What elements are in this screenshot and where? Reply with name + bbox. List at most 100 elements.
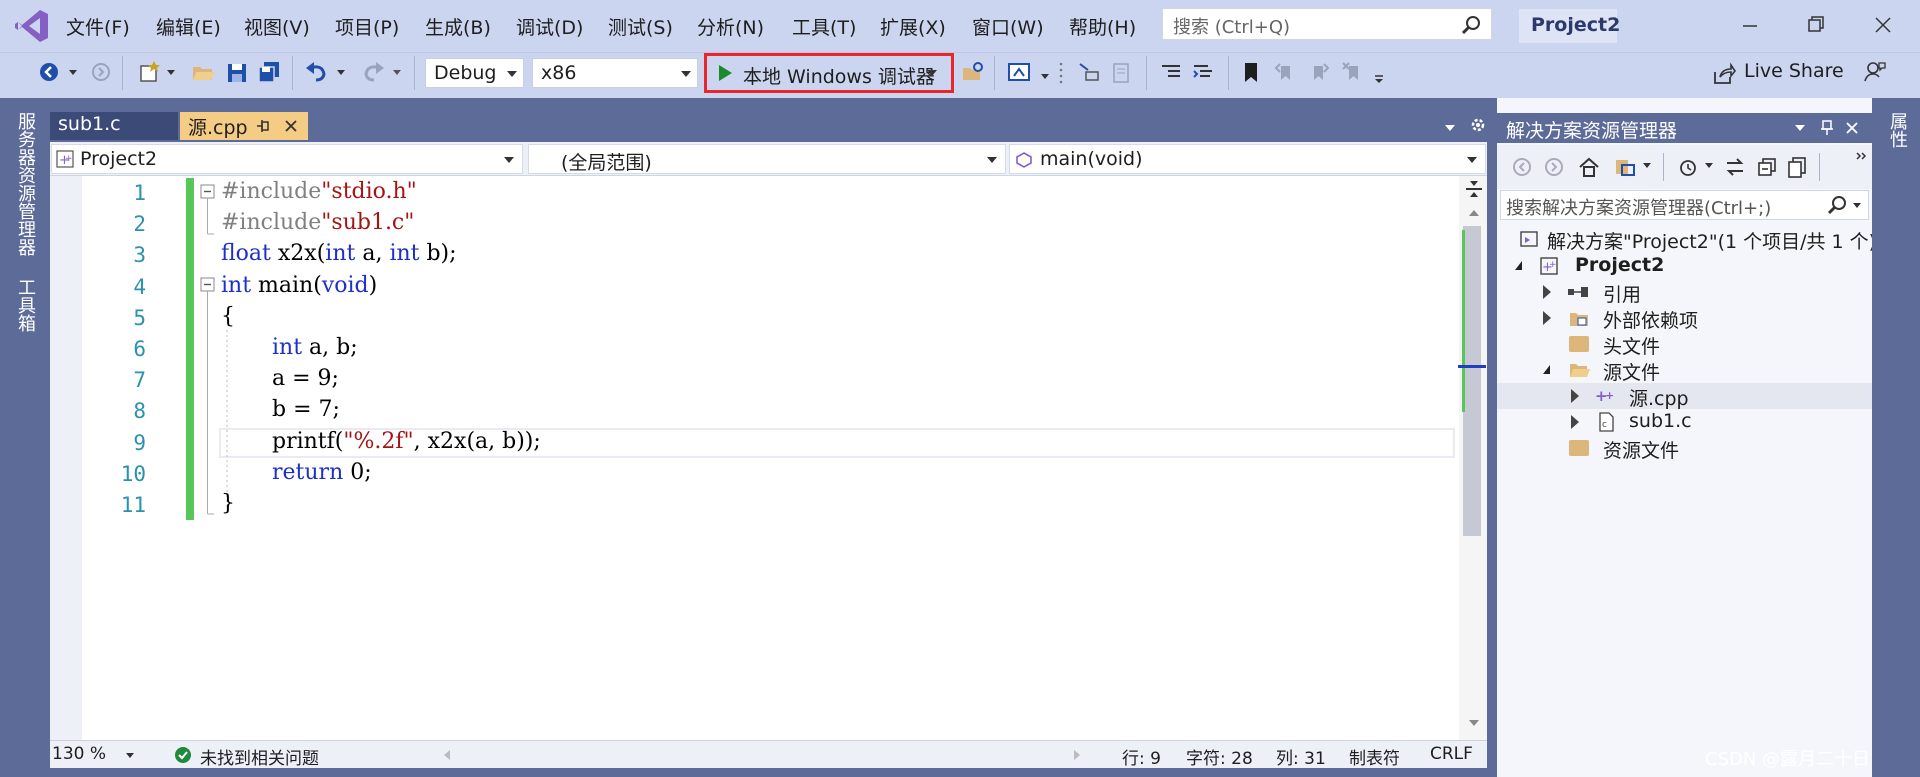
toolbar-overflow-icon[interactable] — [1855, 151, 1867, 161]
scroll-left-icon[interactable] — [442, 749, 452, 761]
new-project-icon[interactable] — [136, 58, 162, 86]
tab-sub1-c[interactable]: sub1.c — [50, 112, 178, 140]
minimize-icon[interactable] — [1735, 12, 1765, 38]
tree-item-project[interactable]: + + Project2 — [1497, 253, 1872, 279]
code-line[interactable]: } — [221, 491, 235, 516]
chevron-down-icon[interactable] — [164, 58, 178, 86]
chevron-down-icon[interactable] — [1641, 161, 1653, 171]
code-line[interactable]: float x2x(int a, int b); — [221, 241, 457, 266]
code-line[interactable]: { — [221, 304, 235, 329]
browser-link-icon[interactable] — [1006, 58, 1032, 86]
properties-tab[interactable]: 属性 — [1884, 112, 1910, 148]
expander-closed-icon[interactable] — [1571, 415, 1579, 429]
code-line[interactable]: int main(void) — [221, 273, 377, 298]
menu-view[interactable]: 视图(V) — [244, 13, 310, 40]
scroll-down-icon[interactable] — [1465, 716, 1483, 730]
save-icon[interactable] — [224, 58, 250, 86]
server-explorer-tab[interactable]: 服务器资源管理器 — [12, 112, 38, 256]
chevron-down-icon[interactable] — [390, 58, 404, 86]
pin-icon[interactable] — [1819, 119, 1835, 137]
open-folder-icon[interactable] — [190, 58, 216, 86]
sync-icon[interactable] — [1723, 155, 1747, 179]
step-into-icon[interactable] — [1076, 58, 1102, 86]
code-line[interactable]: #include"stdio.h" — [221, 179, 417, 204]
collapse-all-icon[interactable] — [1755, 155, 1779, 179]
chevron-down-icon[interactable] — [334, 58, 348, 86]
menu-file[interactable]: 文件(F) — [66, 13, 130, 40]
tree-item-sub1-c[interactable]: c sub1.c — [1497, 409, 1872, 435]
tree-item-external-dependencies[interactable]: 外部依赖项 — [1497, 305, 1872, 332]
show-all-files-icon[interactable] — [1785, 155, 1809, 179]
start-debugging-button[interactable]: 本地 Windows 调试器 — [704, 53, 954, 93]
pending-changes-filter-icon[interactable] — [1675, 155, 1699, 179]
code-line[interactable]: a = 9; — [272, 366, 339, 391]
toolbar-overflow-icon[interactable] — [1372, 58, 1386, 86]
previous-bookmark-icon[interactable] — [1272, 58, 1298, 86]
forward-icon[interactable] — [1543, 156, 1565, 178]
back-icon[interactable] — [1511, 156, 1533, 178]
home-icon[interactable] — [1577, 155, 1601, 179]
expander-closed-icon[interactable] — [1543, 311, 1551, 325]
zoom-level[interactable]: 130 % — [52, 744, 106, 764]
toolbox-tab[interactable]: 工具箱 — [12, 278, 38, 332]
redo-icon[interactable] — [360, 58, 386, 86]
tabs-indicator[interactable]: 制表符 — [1349, 744, 1400, 769]
restore-icon[interactable] — [1800, 12, 1830, 38]
scroll-up-icon[interactable] — [1465, 206, 1483, 220]
tab-source-cpp[interactable]: 源.cpp — [180, 112, 308, 140]
tree-item-solution[interactable]: 解决方案"Project2"(1 个项目/共 1 个) — [1497, 226, 1876, 253]
scroll-right-icon[interactable] — [1072, 749, 1082, 761]
tree-item-source-cpp[interactable]: + + 源.cpp — [1497, 383, 1872, 410]
tree-item-header-files[interactable]: 头文件 — [1497, 331, 1872, 358]
menu-project[interactable]: 项目(P) — [335, 13, 399, 40]
gear-icon[interactable] — [1469, 116, 1487, 134]
platform-select[interactable]: x86 — [532, 58, 698, 88]
switch-views-icon[interactable] — [1613, 155, 1637, 179]
split-window-icon[interactable] — [1463, 178, 1485, 200]
next-bookmark-icon[interactable] — [1306, 58, 1332, 86]
chevron-down-icon[interactable] — [1793, 122, 1807, 134]
back-icon[interactable] — [36, 58, 62, 86]
tree-item-resource-files[interactable]: 资源文件 — [1497, 435, 1872, 462]
quick-search-input[interactable]: 搜索 (Ctrl+Q) — [1162, 8, 1492, 40]
expander-closed-icon[interactable] — [1571, 389, 1579, 403]
close-icon[interactable] — [284, 119, 298, 133]
project-select[interactable]: + + Project2 — [51, 144, 523, 174]
solution-search-input[interactable]: 搜索解决方案资源管理器(Ctrl+;) — [1500, 190, 1869, 220]
line-ending-indicator[interactable]: CRLF — [1430, 744, 1473, 764]
expander-closed-icon[interactable] — [1543, 285, 1551, 299]
bookmark-icon[interactable] — [1238, 58, 1264, 86]
tab-list-dropdown-icon[interactable] — [1443, 120, 1457, 134]
code-line[interactable]: printf("%.2f", x2x(a, b)); — [272, 429, 541, 454]
configuration-select[interactable]: Debug — [425, 58, 524, 88]
comment-lines-icon[interactable] — [1190, 58, 1216, 86]
chevron-down-icon[interactable] — [124, 751, 136, 761]
chevron-down-icon[interactable] — [1038, 58, 1052, 86]
close-icon[interactable] — [1868, 12, 1898, 38]
feedback-icon[interactable] — [1862, 58, 1888, 86]
forward-icon[interactable] — [88, 58, 114, 86]
chevron-down-icon[interactable] — [66, 58, 80, 86]
menu-tools[interactable]: 工具(T) — [792, 13, 856, 40]
chevron-down-icon[interactable] — [1703, 161, 1715, 171]
member-select[interactable]: main(void) — [1009, 144, 1486, 174]
chevron-down-icon[interactable] — [1851, 201, 1863, 211]
code-line[interactable]: int a, b; — [272, 335, 358, 360]
code-line[interactable]: b = 7; — [272, 397, 340, 422]
step-over-icon[interactable] — [1108, 58, 1134, 86]
clear-bookmarks-icon[interactable] — [1340, 58, 1366, 86]
expander-open-icon[interactable] — [1515, 261, 1522, 270]
browse-folder-icon[interactable] — [960, 58, 986, 86]
issues-status[interactable]: 未找到相关问题 — [200, 744, 319, 769]
undo-icon[interactable] — [304, 58, 330, 86]
menu-analyze[interactable]: 分析(N) — [697, 13, 764, 40]
menu-build[interactable]: 生成(B) — [425, 13, 491, 40]
expander-open-icon[interactable] — [1543, 365, 1550, 374]
scrollbar-thumb[interactable] — [1463, 226, 1481, 536]
code-line[interactable]: #include"sub1.c" — [221, 210, 414, 235]
tree-item-references[interactable]: 引用 — [1497, 279, 1872, 306]
pin-icon[interactable] — [256, 119, 270, 133]
tree-item-source-files[interactable]: 源文件 — [1497, 357, 1872, 384]
close-icon[interactable] — [1845, 121, 1859, 135]
menu-edit[interactable]: 编辑(E) — [156, 13, 221, 40]
